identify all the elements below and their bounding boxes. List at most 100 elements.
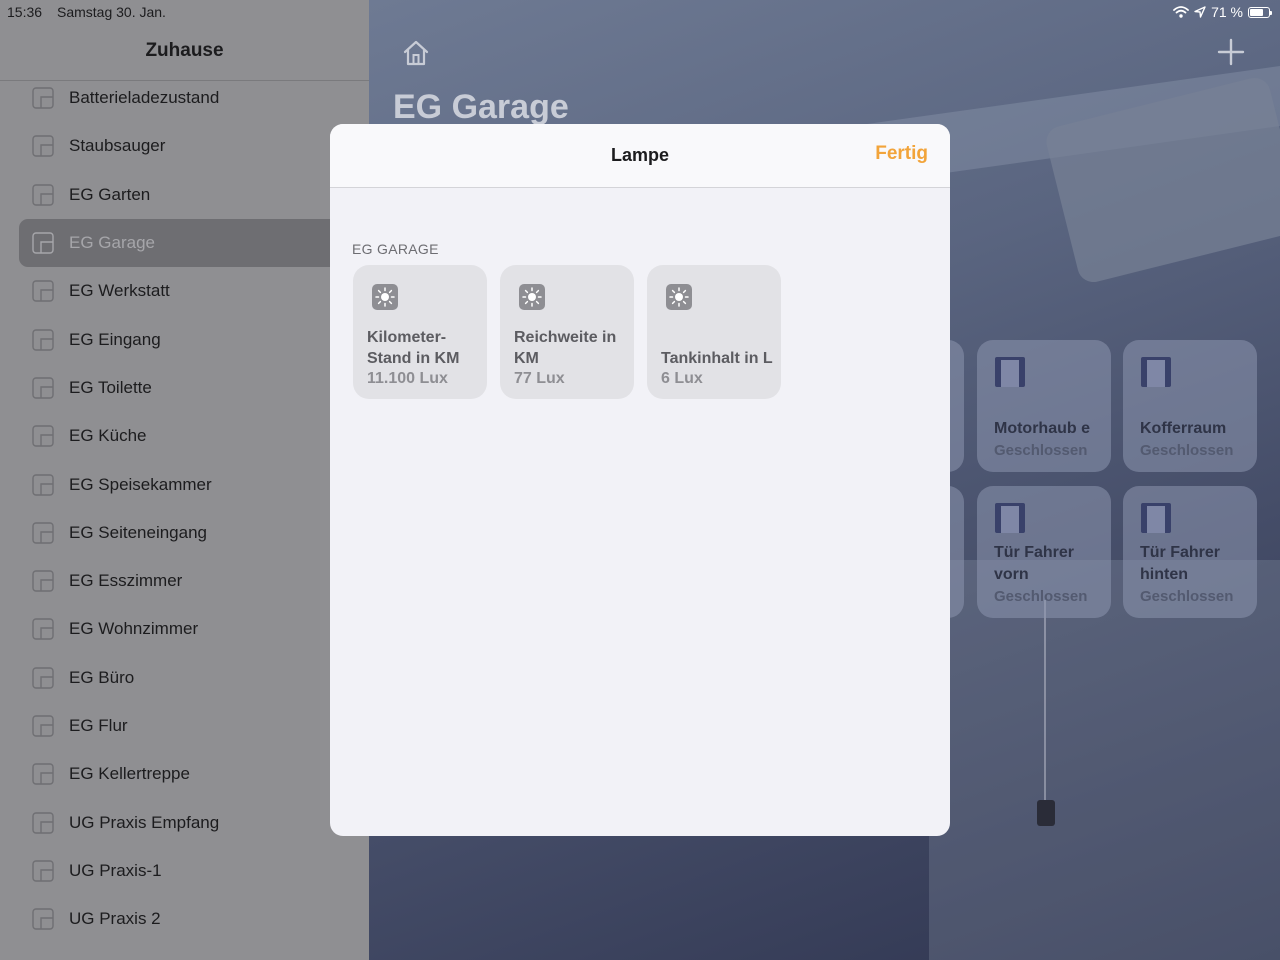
sidebar-item-label: EG Esszimmer [69,571,183,591]
sidebar-item-ug-praxis-empfang[interactable]: UG Praxis Empfang [0,798,369,846]
sidebar-item-label: EG Wohnzimmer [69,619,199,639]
room-icon [32,715,54,737]
wifi-icon [1173,6,1189,18]
room-icon [32,184,54,206]
sensor-tile[interactable]: Kilometer-Stand in KM 11.100 Lux [353,265,487,399]
room-icon [32,232,54,254]
sensor-value: 11.100 Lux [367,370,448,387]
light-sensor-icon [372,284,398,310]
sidebar-item-eg-toilette[interactable]: EG Toilette [0,364,369,412]
accessory-tile[interactable]: Motorhaub e Geschlossen [977,340,1111,472]
status-date: Samstag 30. Jan. [57,4,166,20]
accessory-tile[interactable]: Tür Fahrer vorn Geschlossen [977,486,1111,618]
accessory-state: Geschlossen [994,442,1088,459]
sidebar: 15:36 Samstag 30. Jan. Zuhause Batteriel… [0,0,369,960]
battery-percentage: 71 % [1211,4,1243,20]
battery-icon [1248,6,1272,18]
room-icon [32,860,54,882]
door-icon [995,503,1025,533]
background-cord-handle [1037,800,1055,826]
sensor-name: Reichweite in KM [514,329,617,367]
accessory-name: Tür Fahrer hinten [1140,544,1221,583]
door-icon [1141,503,1171,533]
done-button[interactable]: Fertig [875,143,928,165]
background-cord [1044,600,1046,800]
sidebar-title: Zuhause [145,40,224,61]
room-icon [32,522,54,544]
room-icon [32,87,54,109]
sidebar-item-label: UG Praxis 2 [69,909,161,929]
location-icon [1194,6,1206,18]
sidebar-item-eg-flur[interactable]: EG Flur [0,702,369,750]
room-icon [32,135,54,158]
sidebar-item-ug-praxis-1[interactable]: UG Praxis-1 [0,847,369,895]
sidebar-divider [0,80,369,81]
sidebar-item-staubsauger[interactable]: Staubsauger [0,122,369,170]
sensor-tile[interactable]: Reichweite in KM 77 Lux [500,265,634,399]
sidebar-item-label: EG Büro [69,667,135,687]
door-icon [1141,357,1171,387]
sidebar-item-label: EG Küche [69,426,147,446]
sidebar-item-label: EG Seiteneingang [69,522,207,542]
room-icon [32,667,54,689]
room-icon [32,473,54,496]
light-sensor-icon [519,284,545,310]
status-time: 15:36 [7,4,43,20]
modal-title: Lampe [610,145,670,165]
room-icon [32,328,54,351]
sidebar-item-label: EG Werkstatt [69,281,170,301]
room-icon [32,908,54,930]
light-sensor-icon [666,284,692,310]
sidebar-item-label: UG Praxis Empfang [69,812,220,832]
accessory-state: Geschlossen [1140,588,1234,605]
accessory-state: Geschlossen [1140,442,1234,459]
accessory-name: Tür Fahrer vorn [994,544,1075,583]
room-icon [32,425,54,447]
section-header: EG GARAGE [352,241,439,257]
sidebar-item-eg-werkstatt[interactable]: EG Werkstatt [0,267,369,315]
sidebar-item-eg-garage[interactable]: EG Garage [0,218,369,268]
sidebar-item-eg-wohnzimmer[interactable]: EG Wohnzimmer [0,605,369,653]
accessory-tile[interactable]: Tür Fahrer hinten Geschlossen [1123,486,1257,618]
sidebar-item-eg-speisekammer[interactable]: EG Speisekammer [0,460,369,508]
sidebar-item-ug-praxis-2[interactable]: UG Praxis 2 [0,895,369,943]
background-garage-door [929,560,1280,960]
room-icon [32,570,54,592]
sidebar-item-label: EG Toilette [69,377,152,397]
sidebar-item-label: EG Garage [69,233,155,253]
sensor-value: 77 Lux [514,370,565,387]
status-indicators: 71 % [1173,4,1272,20]
sensor-name: Kilometer-Stand in KM [367,329,460,367]
sidebar-item-eg-buero[interactable]: EG Büro [0,654,369,702]
sidebar-item-label: UG Praxis-1 [69,860,162,880]
room-list: Batterieladezustand Staubsauger EG Garte… [0,74,369,943]
room-icon [32,618,54,641]
sidebar-item-label: EG Flur [69,716,128,735]
accessory-state: Geschlossen [994,588,1088,605]
room-icon [32,280,54,303]
sidebar-item-batterieladezustand[interactable]: Batterieladezustand [0,74,369,122]
sensor-tile[interactable]: Tankinhalt in L 6 Lux [647,265,781,399]
sensor-name: Tankinhalt in L [661,350,773,367]
sidebar-item-eg-kueche[interactable]: EG Küche [0,412,369,460]
sidebar-item-eg-esszimmer[interactable]: EG Esszimmer [0,557,369,605]
sidebar-item-label: EG Garten [69,184,151,204]
sidebar-item-eg-seiteneingang[interactable]: EG Seiteneingang [0,509,369,557]
sidebar-item-label: Staubsauger [69,136,166,156]
sidebar-item-label: EG Eingang [69,329,161,349]
modal-sheet: Lampe Fertig EG GARAGE Kilometer-Stand i… [330,124,950,836]
accessory-name: Kofferraum [1140,420,1227,437]
modal-header: Lampe Fertig [330,124,950,188]
accessory-tile[interactable]: Kofferraum Geschlossen [1123,340,1257,472]
home-icon[interactable] [401,38,431,68]
sidebar-item-label: EG Speisekammer [69,474,212,494]
sidebar-item-eg-eingang[interactable]: EG Eingang [0,315,369,363]
sidebar-item-label: Batterieladezustand [69,88,220,108]
sidebar-item-eg-kellertreppe[interactable]: EG Kellertreppe [0,750,369,798]
sidebar-item-label: EG Kellertreppe [69,764,190,784]
sidebar-item-eg-garten[interactable]: EG Garten [0,171,369,219]
room-icon [32,811,54,834]
add-icon[interactable] [1217,38,1245,66]
room-icon [32,763,54,785]
room-title: EG Garage [393,88,569,126]
